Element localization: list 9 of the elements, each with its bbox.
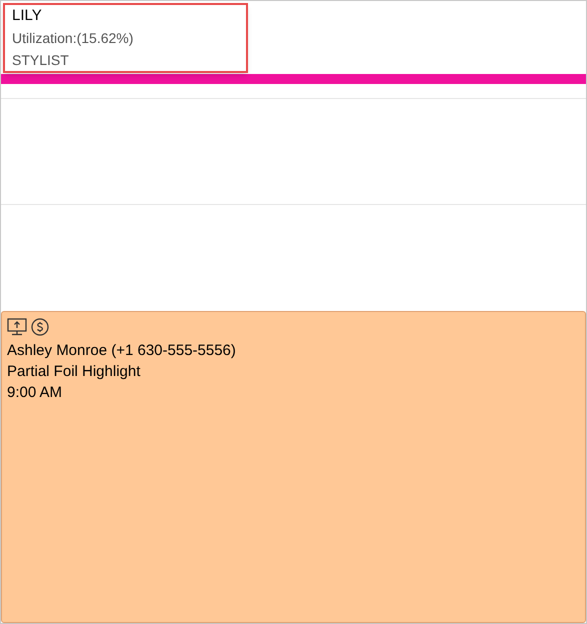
appointment-card[interactable]: Ashley Monroe (+1 630-555-5556) Partial Foil Highlight 9:00 AM	[1, 311, 586, 623]
staff-role: STYLIST	[12, 51, 70, 69]
staff-name: LILY	[12, 7, 43, 25]
dollar-icon	[31, 318, 49, 336]
appointment-time: 9:00 AM	[7, 383, 64, 403]
monitor-upload-icon	[7, 318, 27, 336]
client-name: Ashley Monroe (+1 630-555-5556)	[7, 341, 237, 361]
service-name: Partial Foil Highlight	[7, 362, 142, 382]
utilization-text: Utilization:(15.62%)	[12, 29, 134, 48]
